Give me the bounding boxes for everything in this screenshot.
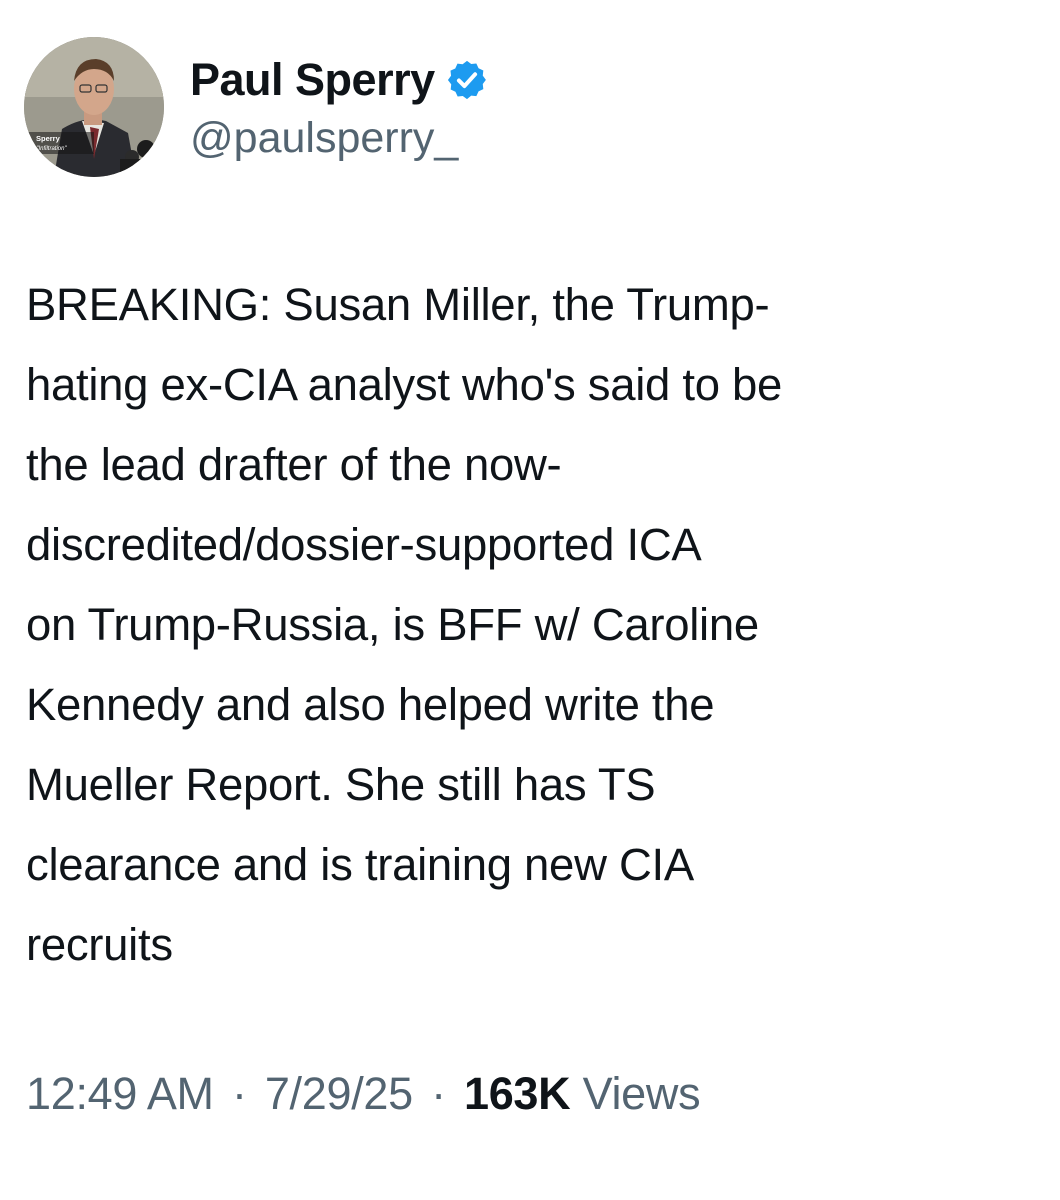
tweet-text-line: the lead drafter of the now- bbox=[26, 439, 562, 490]
tweet-text-line: hating ex-CIA analyst who's said to be bbox=[26, 359, 783, 410]
author-names: Paul Sperry @paulsperry_ bbox=[190, 52, 489, 163]
tweet-header: Sperry or, "Infiltration" Paul Sperry @p… bbox=[24, 37, 489, 177]
tweet-metadata: 12:49 AM · 7/29/25 · 163K Views bbox=[26, 1068, 701, 1120]
tweet-text-line: Kennedy and also helped write the bbox=[26, 679, 715, 730]
avatar-photo: Sperry or, "Infiltration" bbox=[24, 37, 164, 177]
verified-badge-icon[interactable] bbox=[445, 58, 489, 102]
views-label: Views bbox=[582, 1068, 701, 1119]
post-date[interactable]: 7/29/25 bbox=[265, 1068, 413, 1119]
name-row: Paul Sperry bbox=[190, 52, 489, 108]
user-handle[interactable]: @paulsperry_ bbox=[190, 114, 489, 163]
tweet-text: BREAKING: Susan Miller, the Trump- hatin… bbox=[26, 265, 1036, 985]
tweet-text-line: on Trump-Russia, is BFF w/ Caroline bbox=[26, 599, 759, 650]
tweet-text-line: recruits bbox=[26, 919, 173, 970]
tweet-card: Sperry or, "Infiltration" Paul Sperry @p… bbox=[0, 0, 1060, 1200]
tweet-text-line: discredited/dossier-supported ICA bbox=[26, 519, 702, 570]
tweet-text-line: clearance and is training new CIA bbox=[26, 839, 694, 890]
separator: · bbox=[231, 1068, 247, 1119]
tweet-text-line: BREAKING: Susan Miller, the Trump- bbox=[26, 279, 770, 330]
separator: · bbox=[431, 1068, 446, 1119]
tweet-text-line: Mueller Report. She still has TS bbox=[26, 759, 656, 810]
post-time[interactable]: 12:49 AM bbox=[26, 1068, 214, 1119]
avatar-caption-line2: or, "Infiltration" bbox=[28, 146, 67, 152]
avatar-caption-line1: Sperry bbox=[36, 134, 61, 143]
display-name[interactable]: Paul Sperry bbox=[190, 54, 435, 106]
avatar[interactable]: Sperry or, "Infiltration" bbox=[24, 37, 164, 177]
views-count: 163K bbox=[463, 1068, 571, 1119]
